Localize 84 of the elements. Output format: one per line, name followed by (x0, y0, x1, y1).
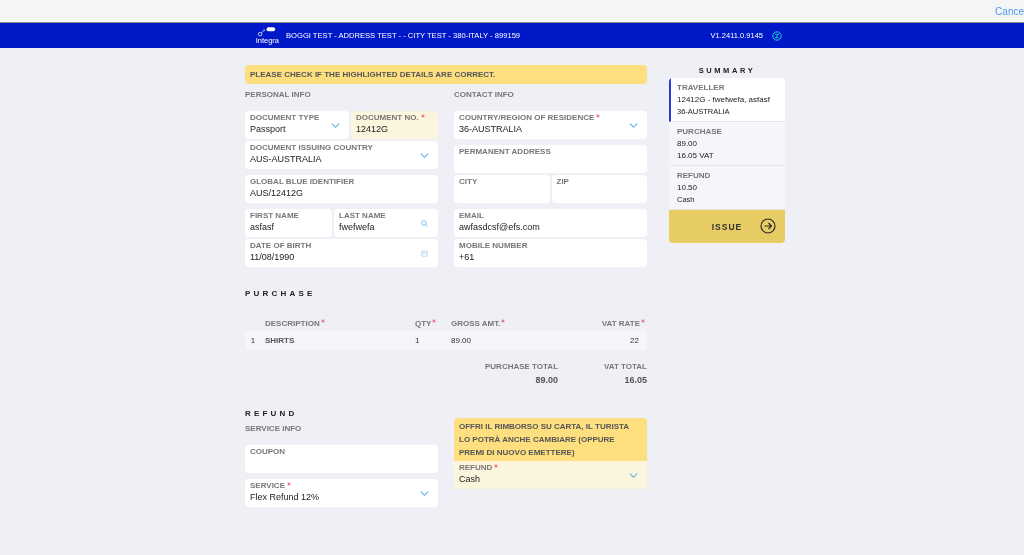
field-label: REFUND (459, 464, 493, 474)
field-label: PERMANENT ADDRESS (459, 148, 551, 157)
form-field[interactable]: CITY (454, 175, 550, 203)
field-label: DOCUMENT NO. (356, 114, 419, 123)
column-header: VAT RATE (601, 319, 640, 328)
field-label: DOCUMENT ISSUING COUNTRY (250, 144, 373, 153)
form-field[interactable]: EMAIL awfasdcsf@efs.com (454, 209, 647, 237)
chevron-down-icon (420, 152, 429, 159)
field-label: FIRST NAME (250, 212, 299, 221)
chevron-down-icon (331, 122, 340, 129)
total-label: PURCHASE TOTAL (485, 362, 559, 371)
field-value: AUS-AUSTRALIA (250, 153, 322, 164)
total-label: VAT TOTAL (604, 362, 647, 371)
required-icon (320, 319, 325, 323)
field-label: SERVICE (250, 482, 285, 491)
field-label: LAST NAME (339, 212, 386, 221)
form-field[interactable]: COUNTRY/REGION OF RESIDENCE 36-AUSTRALIA (454, 111, 647, 139)
required-icon (596, 114, 601, 118)
form-field[interactable]: SERVICE Flex Refund 12% (245, 479, 438, 507)
field-label: ZIP (556, 178, 569, 187)
field-label: DOCUMENT TYPE (250, 114, 320, 123)
summary-value: 10.50 (677, 183, 699, 192)
summary-item[interactable]: PURCHASE 89.00 16.05 VAT (669, 122, 785, 166)
field-value: Cash (459, 474, 480, 485)
form-field[interactable]: DOCUMENT ISSUING COUNTRY AUS-AUSTRALIA (245, 141, 438, 169)
search-icon[interactable] (420, 220, 429, 227)
section-label: PERSONAL INFO (245, 90, 312, 99)
form-field[interactable]: COUPON (245, 445, 438, 473)
required-icon (641, 319, 645, 323)
form-field[interactable]: REFUND Cash (454, 461, 647, 490)
arrow-right-icon (760, 218, 776, 234)
warning-banner: PLEASE CHECK IF THE HIGHLIGHTED DETAILS ARE CORRECT. (245, 65, 647, 84)
field-value: 11/08/1990 (250, 251, 295, 262)
summary-label: TRAVELLER (677, 83, 726, 92)
form-field[interactable]: DOCUMENT TYPE Passport (245, 111, 349, 139)
form-field[interactable]: MOBILE NUMBER +61 (454, 239, 647, 267)
total-value: 89.00 (535, 375, 559, 385)
chevron-down-icon (420, 490, 429, 497)
column-header: GROSS AMT. (451, 319, 501, 328)
field-value: 12412G (356, 123, 389, 134)
form-field[interactable]: FIRST NAME asfasf (245, 209, 332, 237)
form-field[interactable]: ZIP (551, 175, 647, 203)
section-label: SERVICE INFO (245, 424, 303, 433)
summary-label: REFUND (677, 171, 712, 180)
field-label: DATE OF BIRTH (250, 242, 312, 251)
notice-text: OFFRI IL RIMBORSO SU CARTA, IL TURISTA LO POTRÀ ANCHE CAMBIARE (OPPURE PREMI DI NUOVO EMETTERE) (458, 421, 630, 459)
field-value: awfasdcsf@efs.com (459, 221, 540, 232)
column-header: QTY (415, 319, 432, 328)
form-field[interactable]: PERMANENT ADDRESS (454, 145, 647, 173)
required-icon (432, 319, 437, 323)
required-icon (501, 319, 506, 323)
section-label: CONTACT INFO (454, 90, 515, 99)
chevron-down-icon (629, 472, 638, 480)
field-value: asfasf (250, 221, 274, 232)
summary-value: 89.00 (677, 139, 699, 148)
section-heading: REFUND (245, 409, 299, 418)
chevron-down-icon (629, 122, 638, 129)
field-label: COUNTRY/REGION OF RESIDENCE (459, 114, 595, 123)
required-icon (494, 464, 499, 469)
field-value: AUS/12412G (250, 187, 304, 198)
form-field[interactable]: GLOBAL BLUE IDENTIFIER AUS/12412G (245, 175, 438, 203)
field-label: COUPON (250, 448, 286, 457)
form-field[interactable]: DOCUMENT NO. 12412G (351, 111, 438, 139)
summary-label: PURCHASE (677, 127, 723, 136)
field-label: CITY (459, 178, 478, 187)
total-value: 16.05 (624, 375, 647, 385)
field-value: 36-AUSTRALIA (459, 123, 523, 134)
section-heading: PURCHASE (245, 289, 317, 298)
summary-value: 16.05 VAT (677, 151, 715, 160)
issue-button[interactable]: ISSUE (669, 210, 785, 243)
field-label: GLOBAL BLUE IDENTIFIER (250, 178, 355, 187)
form-field[interactable]: LAST NAME fwefwefa (334, 209, 438, 237)
column-header: DESCRIPTION (265, 319, 320, 328)
field-label: EMAIL (459, 212, 484, 221)
field-value: fwefwefa (339, 221, 375, 232)
field-value: Passport (250, 123, 286, 134)
field-value: Flex Refund 12% (250, 491, 320, 502)
calendar-icon[interactable] (420, 250, 429, 257)
form-field[interactable]: DATE OF BIRTH 11/08/1990 (245, 239, 438, 267)
summary-value: 12412G - fwefwefa, asfasf (677, 95, 771, 104)
field-value: +61 (459, 251, 475, 262)
required-icon (287, 482, 291, 486)
field-label: MOBILE NUMBER (459, 242, 528, 251)
required-icon (420, 114, 425, 118)
